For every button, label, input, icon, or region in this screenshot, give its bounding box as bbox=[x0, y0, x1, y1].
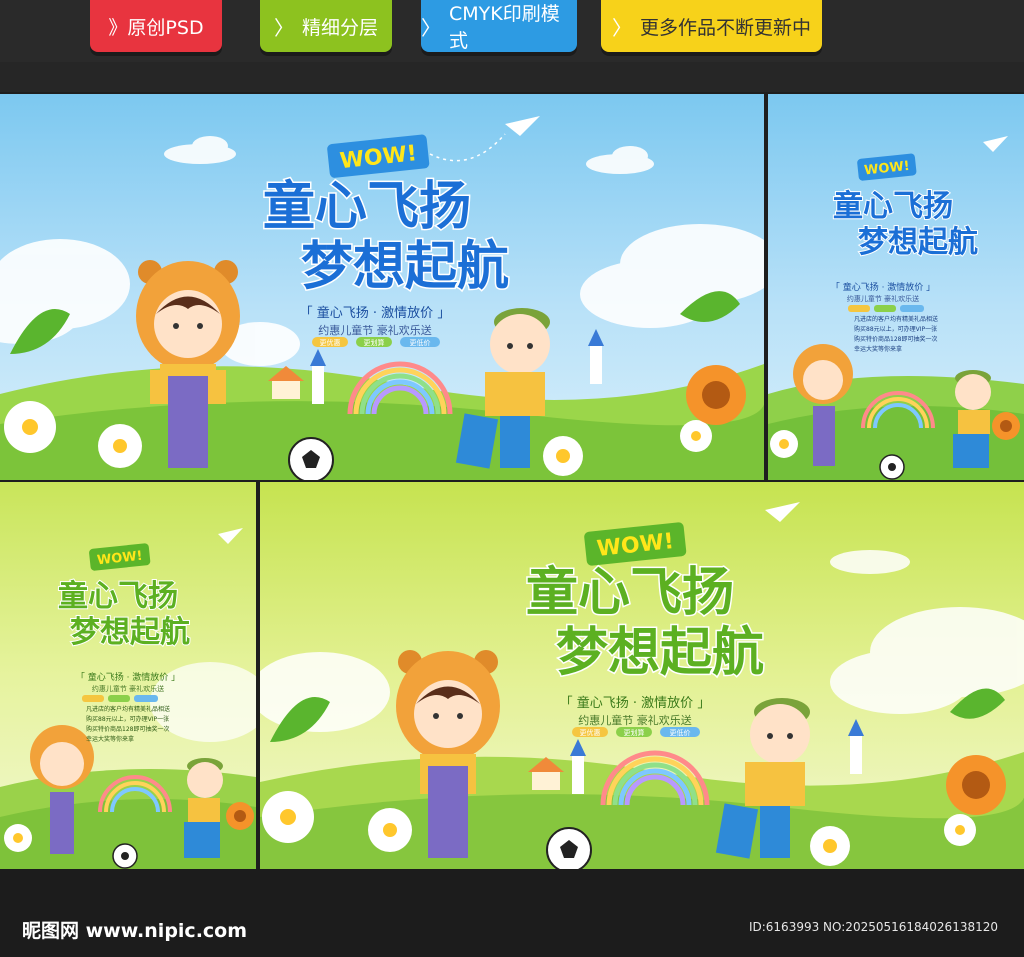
paper-plane-icon bbox=[765, 502, 800, 522]
svg-text:更划算: 更划算 bbox=[624, 728, 645, 737]
image-id-text: ID:6163993 NO:20250516184026138120 bbox=[748, 920, 998, 934]
paper-plane-icon bbox=[505, 116, 540, 136]
daisy-icon bbox=[4, 824, 32, 852]
poster-small-blue: WOW! 童心飞扬 梦想起航 「 童心飞扬 · 激情放价 」 约惠儿童节 豪礼欢… bbox=[768, 94, 1024, 480]
pill-row: 更优惠 更划算 更低价 bbox=[312, 337, 440, 347]
wow-badge: WOW! bbox=[584, 522, 687, 566]
poster-small-green: WOW! 童心飞扬 梦想起航 「 童心飞扬 · 激情放价 」 约惠儿童节 豪礼欢… bbox=[0, 482, 256, 869]
top-banner: 》原创PSD 〉精细分层 〉 CMYK印刷模式 〉更多作品不断更新中 bbox=[0, 0, 1024, 62]
svg-text:「 童心飞扬 · 激情放价 」: 「 童心飞扬 · 激情放价 」 bbox=[560, 695, 711, 711]
divider-bar bbox=[0, 62, 1024, 92]
svg-text:更低价: 更低价 bbox=[670, 728, 691, 737]
site-watermark: 昵图网 www.nipic.com bbox=[22, 920, 248, 942]
subtitle: 「 童心飞扬 · 激情放价 」 bbox=[300, 305, 451, 321]
poster-scene: WOW! 童心飞扬 梦想起航 「 童心飞扬 · 激情放价 」 约惠儿童节 豪礼欢… bbox=[0, 528, 256, 869]
svg-text:梦想起航: 梦想起航 bbox=[858, 225, 978, 260]
tag-more-works: 〉更多作品不断更新中 bbox=[601, 0, 822, 52]
svg-text:购买88元以上，可办理VIP一张: 购买88元以上，可办理VIP一张 bbox=[86, 715, 169, 723]
svg-text:更优惠: 更优惠 bbox=[320, 338, 341, 347]
poster-large-blue: WOW! 童心飞扬 梦想起航 「 童心飞扬 · 激情放价 」 约惠儿童节 豪礼欢… bbox=[0, 94, 764, 480]
house-icon bbox=[532, 770, 560, 790]
boy-illustration bbox=[953, 370, 991, 468]
svg-text:「 童心飞扬 · 激情放价 」: 「 童心飞扬 · 激情放价 」 bbox=[831, 281, 935, 293]
tag-cmyk: 〉 CMYK印刷模式 bbox=[421, 0, 577, 52]
svg-text:约惠儿童节 豪礼欢乐送: 约惠儿童节 豪礼欢乐送 bbox=[92, 684, 164, 693]
title-line2: 梦想起航 bbox=[301, 237, 509, 297]
house-icon bbox=[272, 379, 300, 399]
poster-scene: WOW! 童心飞扬 梦想起航 「 童心飞扬 · 激情放价 」 约惠儿童节 豪礼欢… bbox=[0, 116, 764, 480]
poster-scene: WOW! 童心飞扬 梦想起航 「 童心飞扬 · 激情放价 」 约惠儿童节 豪礼欢… bbox=[768, 136, 1024, 480]
svg-text:「 童心飞扬 · 激情放价 」: 「 童心飞扬 · 激情放价 」 bbox=[76, 671, 180, 683]
svg-text:幸运大奖等你来拿: 幸运大奖等你来拿 bbox=[854, 345, 902, 353]
svg-text:购买特价商品128即可抽奖一次: 购买特价商品128即可抽奖一次 bbox=[854, 335, 937, 343]
tag-layered: 〉精细分层 bbox=[260, 0, 392, 52]
svg-text:更低价: 更低价 bbox=[410, 338, 431, 347]
svg-text:凡进店的客户均有精美礼品相送: 凡进店的客户均有精美礼品相送 bbox=[86, 705, 170, 713]
chevron-right-icon: 〉 bbox=[421, 15, 441, 40]
paper-plane-icon bbox=[218, 528, 243, 544]
daisy-icon bbox=[770, 430, 798, 458]
football-icon bbox=[288, 437, 334, 480]
svg-text:童心飞扬: 童心飞扬 bbox=[526, 563, 734, 623]
svg-text:更划算: 更划算 bbox=[364, 338, 385, 347]
svg-text:幸运大奖等你来拿: 幸运大奖等你来拿 bbox=[86, 735, 134, 743]
sunflower-icon bbox=[226, 802, 254, 830]
svg-text:凡进店的客户均有精美礼品相送: 凡进店的客户均有精美礼品相送 bbox=[854, 315, 938, 323]
svg-text:童心飞扬: 童心飞扬 bbox=[58, 579, 178, 614]
sunflower-icon bbox=[946, 755, 1006, 815]
svg-text:约惠儿童节 豪礼欢乐送: 约惠儿童节 豪礼欢乐送 bbox=[578, 713, 692, 727]
football-icon bbox=[546, 827, 592, 869]
football-icon bbox=[879, 454, 905, 480]
svg-text:约惠儿童节 豪礼欢乐送: 约惠儿童节 豪礼欢乐送 bbox=[847, 294, 919, 303]
tag-original-psd: 》原创PSD bbox=[90, 0, 222, 52]
chevron-right-icon: 〉 bbox=[273, 15, 294, 40]
svg-text:购买88元以上，可办理VIP一张: 购买88元以上，可办理VIP一张 bbox=[854, 325, 937, 333]
svg-text:购买特价商品128即可抽奖一次: 购买特价商品128即可抽奖一次 bbox=[86, 725, 169, 733]
football-icon bbox=[112, 843, 138, 869]
footer-bar bbox=[0, 869, 1024, 957]
poster-large-green: WOW! 童心飞扬 梦想起航 「 童心飞扬 · 激情放价 」 约惠儿童节 豪礼欢… bbox=[260, 482, 1024, 869]
title-line1: 童心飞扬 bbox=[263, 177, 471, 237]
sunflower-icon bbox=[992, 412, 1020, 440]
wow-badge: WOW! bbox=[857, 153, 917, 181]
svg-text:更优惠: 更优惠 bbox=[580, 728, 601, 737]
chevron-right-icon: 〉 bbox=[611, 15, 632, 40]
svg-text:梦想起航: 梦想起航 bbox=[556, 623, 764, 683]
sunflower-icon bbox=[686, 365, 746, 425]
boy-illustration bbox=[184, 758, 223, 858]
poster-scene: WOW! 童心飞扬 梦想起航 「 童心飞扬 · 激情放价 」 约惠儿童节 豪礼欢… bbox=[260, 502, 1024, 869]
wow-badge: WOW! bbox=[89, 543, 151, 571]
svg-text:梦想起航: 梦想起航 bbox=[70, 615, 190, 650]
svg-text:童心飞扬: 童心飞扬 bbox=[833, 189, 953, 224]
slogan: 约惠儿童节 豪礼欢乐送 bbox=[318, 323, 432, 337]
wow-badge: WOW! bbox=[327, 134, 430, 178]
paper-plane-icon bbox=[983, 136, 1008, 152]
